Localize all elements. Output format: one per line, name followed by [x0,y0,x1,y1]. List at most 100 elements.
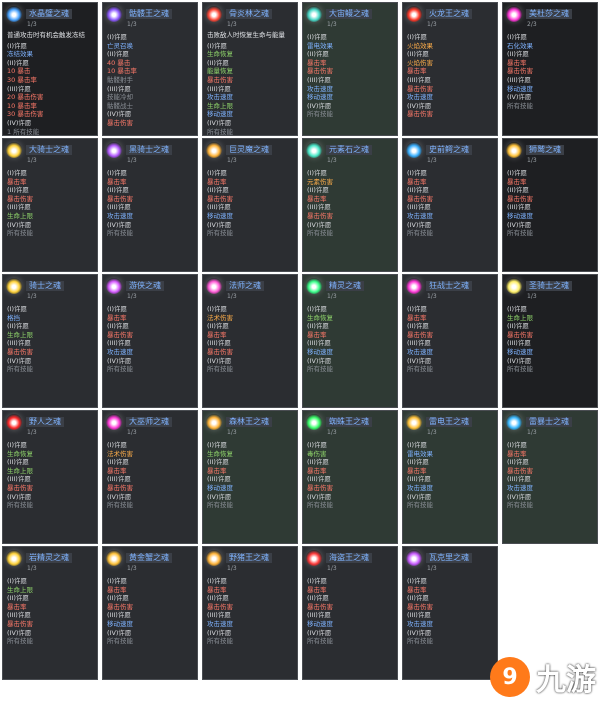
soul-flame-icon [106,278,122,294]
soul-card-title: 雷暴士之魂 [526,417,572,427]
soul-card-stats: (I)许愿 暴击率 (II)许愿 暴击伤害 (III)许愿 移动速度 (IV)许愿 所有技能 [503,169,597,238]
stat-line: 暴击伤害 [407,194,433,203]
soul-card-title: 游侠之魂 [126,281,164,291]
stat-line: (IV)许愿 [407,356,432,365]
stat-line: 攻击速度 [307,84,333,93]
stat-line: (I)许愿 [507,441,527,449]
stat-line: (I)许愿 [507,33,527,41]
soul-card[interactable]: 狮鹫之魂 1/3 (I)许愿 暴击率 (II)许愿 暴击伤害 (III)许愿 移动速度 (IV)… [502,138,598,272]
stat-line: (I)许愿 [407,169,427,177]
soul-flame-icon [506,142,522,158]
soul-card[interactable]: 骷髅王之魂 1/3 (I)许愿 亡灵召唤 (II)许愿 40 暴击 10 暴击率 骷髅射手 (I… [102,2,198,136]
soul-card-count: 1/3 [127,565,137,572]
stat-line: 暴击率 [307,330,327,339]
stat-line: (III)许愿 [507,339,531,348]
stat-line: 所有技能 [107,229,133,238]
stat-line: (III)许愿 [407,75,431,84]
stat-line: (I)许愿 [107,169,127,177]
soul-card-count: 2/3 [527,21,537,28]
soul-card[interactable]: 圣骑士之魂 1/3 (I)许愿 生命上限 (II)许愿 暴击伤害 (III)许愿 移动速度 (I… [502,274,598,408]
stat-line: (IV)许愿 [407,101,432,110]
soul-card-title: 蜘蛛王之魂 [326,417,372,427]
soul-card-count: 1/3 [527,429,537,436]
soul-card[interactable]: 森林王之魂 1/3 (I)许愿 生命恢复 (II)许愿 暴击率 (III)许愿 移动速度 (IV… [202,410,298,544]
stat-line: 移动速度 [307,347,333,356]
stat-line: 亡灵召唤 [107,41,133,50]
stat-line: 骷髅射手 [107,75,133,84]
soul-card-title: 元素石之魂 [326,145,372,155]
soul-card-description: 普通攻击时有机会触发冻结 [7,31,85,39]
stat-line: (I)许愿 [407,577,427,585]
stat-line: (I)许愿 [107,577,127,585]
soul-card[interactable]: 巨灵魔之魂 1/3 (I)许愿 暴击率 (II)许愿 暴击伤害 (III)许愿 移动速度 (IV… [202,138,298,272]
soul-card-count: 1/3 [427,565,437,572]
soul-card[interactable]: 火龙王之魂 1/3 (I)许愿 火焰效果 (II)许愿 火焰伤害 暴击率 (III)许愿 暴击伤… [402,2,498,136]
stat-line: 所有技能 [107,365,133,374]
soul-card[interactable]: 瓦克里之魂 1/3 (I)许愿 暴击率 (II)许愿 暴击伤害 (III)许愿 攻击速度 (IV… [402,546,498,680]
soul-card-title: 巨灵魔之魂 [226,145,272,155]
stat-line: (III)许愿 [307,475,331,484]
soul-flame-icon [206,550,222,566]
soul-card-count: 1/3 [327,157,337,164]
soul-card[interactable]: 大巫师之魂 1/3 (I)许愿 法术伤害 (II)许愿 暴击率 (III)许愿 暴击伤害 (IV… [102,410,198,544]
stat-line: (III)许愿 [407,475,431,484]
stat-line: 暴击率 [307,466,327,475]
stat-line: (I)许愿 [107,305,127,313]
soul-card[interactable]: 美杜莎之魂 2/3 (I)许愿 石化效果 (II)许愿 暴击率 暴击伤害 (III)许愿 移动速… [502,2,598,136]
soul-card[interactable]: 野猪王之魂 1/3 (I)许愿 暴击率 (II)许愿 暴击伤害 (III)许愿 攻击速度 (IV… [202,546,298,680]
stat-line: 元素伤害 [307,177,333,186]
stat-line: 10 暴击 [7,67,31,76]
stat-line: (III)许愿 [507,475,531,484]
watermark-text: 九游 [536,663,596,698]
soul-card[interactable]: 狂战士之魂 1/3 (I)许愿 暴击率 (II)许愿 暴击伤害 (III)许愿 攻击速度 (IV… [402,274,498,408]
soul-card[interactable]: 骑士之魂 1/3 (I)许愿 格挡 (II)许愿 生命上限 (III)许愿 暴击伤害 (IV)许… [2,274,98,408]
soul-flame-icon [6,278,22,294]
soul-card[interactable]: 水晶璧之魂 1/3 普通攻击时有机会触发冻结 (I)许愿 冻结效果 (II)许愿 10 暴击… [2,2,98,136]
stat-line: 攻击速度 [407,619,433,628]
stat-line: (II)许愿 [207,594,229,603]
soul-card[interactable]: 游侠之魂 1/3 (I)许愿 暴击率 (II)许愿 暴击伤害 (III)许愿 攻击速度 (IV)… [102,274,198,408]
soul-flame-icon [306,414,322,430]
stat-line: (IV)许愿 [207,492,232,501]
stat-line: (II)许愿 [407,594,429,603]
soul-card-count: 1/3 [327,293,337,300]
soul-card[interactable]: 野人之魂 1/3 (I)许愿 生命恢复 (II)许愿 生命上限 (III)许愿 暴击伤害 (IV… [2,410,98,544]
soul-card[interactable]: 大骑士之魂 1/3 (I)许愿 暴击率 (II)许愿 暴击伤害 (III)许愿 生命上限 (IV… [2,138,98,272]
soul-card[interactable]: 骨炎林之魂 1/3 击败敌人时恢复生命与能量 (I)许愿 生命恢复 (II)许愿 能量恢复暴… [202,2,298,136]
stat-line: 暴击率 [207,466,227,475]
soul-card[interactable]: 黑骑士之魂 1/3 (I)许愿 暴击率 (II)许愿 暴击伤害 (III)许愿 攻击速度 (IV… [102,138,198,272]
soul-card[interactable]: 精灵之魂 1/3 (I)许愿 生命恢复 (II)许愿 暴击率 (III)许愿 移动速度 (IV)… [302,274,398,408]
stat-line: 暴击伤害 [207,194,233,203]
stat-line: (II)许愿 [207,322,229,331]
soul-flame-icon [506,278,522,294]
soul-card[interactable]: 史前鳄之魂 1/3 (I)许愿 暴击率 (II)许愿 暴击伤害 (III)许愿 攻击速度 (IV… [402,138,498,272]
soul-card[interactable]: 元素石之魂 1/3 (I)许愿 元素伤害 (II)许愿 暴击率 (III)许愿 暴击伤害 (IV… [302,138,398,272]
soul-card[interactable]: 黄金蟹之魂 1/3 (I)许愿 暴击率 (II)许愿 暴击伤害 (III)许愿 移动速度 (IV… [102,546,198,680]
stat-line: 雷电效果 [307,41,333,50]
soul-card-title: 岩精灵之魂 [26,553,72,563]
stat-line: (III)许愿 [207,339,231,348]
soul-card-stats: (I)许愿 生命恢复 (II)许愿 能量恢复 暴击伤害 (III)许愿 攻击速度 生命上限 移动… [203,41,297,135]
stat-line: 暴击伤害 [407,602,433,611]
soul-card[interactable]: 海盗王之魂 1/3 (I)许愿 暴击率 (II)许愿 暴击伤害 (III)许愿 移动速度 (IV… [302,546,398,680]
stat-line: (I)许愿 [207,41,227,50]
stat-line: (IV)许愿 [507,492,532,501]
soul-card-count: 1/3 [527,157,537,164]
stat-line: (II)许愿 [407,322,429,331]
stat-line: 移动速度 [507,84,533,93]
stat-line: 暴击率 [507,449,527,458]
soul-card[interactable]: 雷暴士之魂 1/3 (I)许愿 暴击率 (II)许愿 暴击伤害 (III)许愿 攻击速度 (IV… [502,410,598,544]
soul-card[interactable]: 法师之魂 1/3 (I)许愿 法术伤害 (II)许愿 暴击率 (III)许愿 暴击伤害 (IV)… [202,274,298,408]
soul-card[interactable]: 岩精灵之魂 1/3 (I)许愿 生命上限 (II)许愿 暴击率 (III)许愿 暴击伤害 (IV… [2,546,98,680]
soul-card[interactable]: 雷电王之魂 1/3 (I)许愿 雷电效果 (II)许愿 暴击率 (III)许愿 攻击速度 (IV… [402,410,498,544]
stat-line: 所有技能 [107,501,133,510]
stat-line: (I)许愿 [307,577,327,585]
soul-card[interactable]: 大宙鳗之魂 1/3 (I)许愿 雷电效果 (II)许愿 暴击率 暴击伤害 (III)许愿 攻击速… [302,2,398,136]
stat-line: (II)许愿 [7,322,29,331]
soul-card[interactable]: 蜘蛛王之魂 1/3 (I)许愿 毒伤害 (II)许愿 暴击率 (III)许愿 暴击伤害 (IV)… [302,410,398,544]
stat-line: (IV)许愿 [307,492,332,501]
stat-line: 暴击率 [107,313,127,322]
soul-flame-icon [206,142,222,158]
stat-line: 移动速度 [207,483,233,492]
stat-line: 毒伤害 [307,449,327,458]
